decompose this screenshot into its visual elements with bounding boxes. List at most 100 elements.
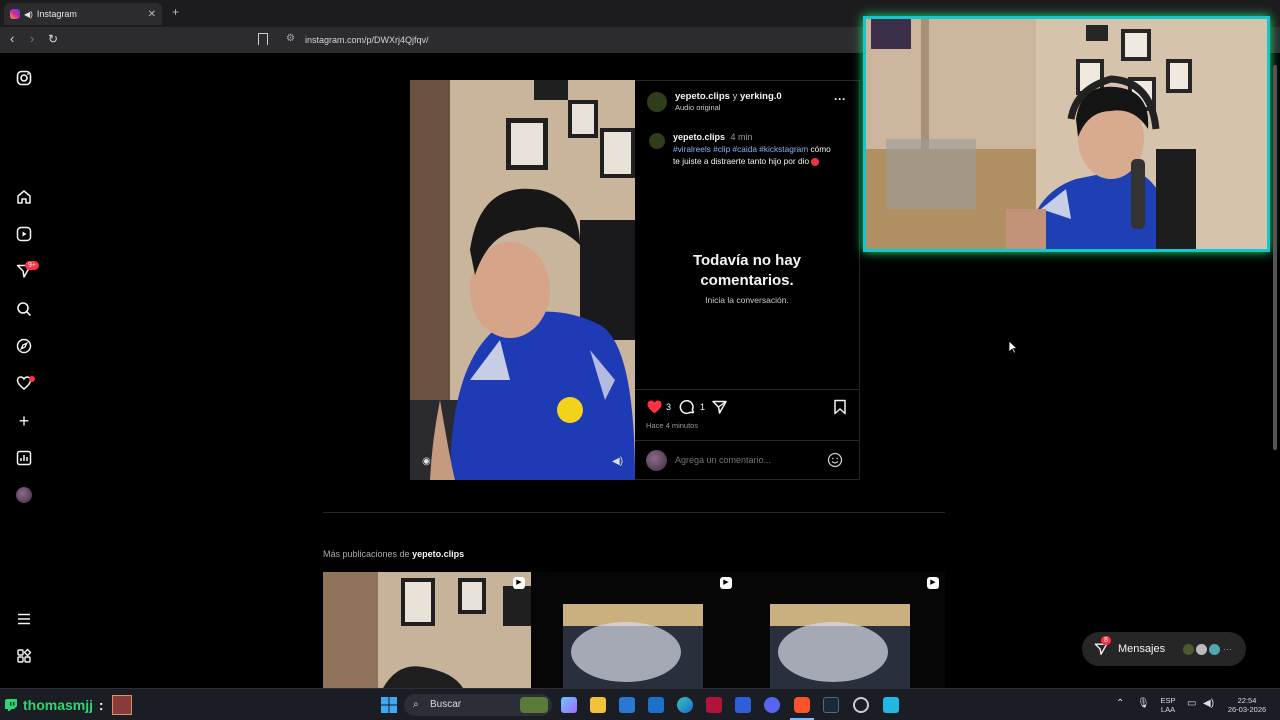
caption-user-link[interactable]: yepeto.clips — [673, 132, 725, 142]
messages-badge: 8 — [1101, 636, 1111, 645]
more-menu-icon[interactable] — [16, 611, 32, 627]
more-post-thumbnail-3[interactable]: ▶ — [738, 572, 945, 688]
save-button[interactable] — [833, 399, 847, 420]
taskbar-search[interactable]: ⌕ Buscar — [404, 694, 552, 716]
page-scrollbar[interactable] — [1271, 53, 1279, 688]
network-icon[interactable]: ▭ — [1187, 698, 1196, 709]
search-icon[interactable] — [16, 301, 32, 317]
obs-icon[interactable] — [853, 697, 869, 713]
message-avatar-3 — [1209, 643, 1221, 655]
video-frame-illustration — [410, 80, 635, 480]
more-options-icon[interactable]: ··· — [834, 92, 846, 106]
new-tab-button[interactable]: + — [172, 5, 179, 19]
share-button[interactable] — [711, 399, 728, 420]
notifications-badge: 9+ — [25, 261, 39, 270]
dashboard-icon[interactable] — [16, 450, 32, 466]
also-from-meta-icon[interactable] — [16, 648, 32, 664]
explore-icon[interactable] — [16, 338, 32, 354]
more-posts-user-link[interactable]: yepeto.clips — [412, 549, 464, 559]
messages-label: Mensajes — [1118, 643, 1166, 655]
post-panel: yepeto.clips y yerking.0 Audio original … — [635, 80, 860, 480]
header-connector: y — [732, 91, 738, 102]
clock-time: 22:54 — [1237, 696, 1257, 705]
comment-input[interactable] — [675, 453, 815, 467]
comment-button[interactable] — [679, 399, 696, 420]
edge-icon[interactable] — [677, 697, 693, 713]
bookmark-page-icon[interactable] — [258, 33, 268, 45]
site-info-icon[interactable]: ⚙ — [286, 33, 295, 44]
tray-overflow-icon[interactable]: ⌃ — [1116, 698, 1124, 709]
more-post-thumbnail-2[interactable]: ▶ — [531, 572, 738, 688]
activity-dot — [29, 376, 35, 382]
app-icon[interactable] — [735, 697, 751, 713]
stream-username-suffix: : — [98, 697, 104, 713]
mute-toggle-icon[interactable]: ◀) — [612, 456, 623, 467]
speaker-icon[interactable]: ◀) — [24, 10, 33, 19]
webcam-feed-illustration — [866, 19, 1267, 249]
microphone-icon[interactable]: 🎙 — [1137, 698, 1150, 709]
heart-filled-icon — [647, 400, 662, 414]
copilot-icon[interactable] — [561, 697, 577, 713]
caption-line-1: #viralreels #clip #caida #kickstagram có… — [673, 144, 831, 154]
author-avatar[interactable] — [647, 92, 667, 112]
home-icon[interactable] — [16, 189, 32, 205]
brave-browser-icon[interactable] — [794, 697, 810, 713]
header-collab-link[interactable]: yerking.0 — [740, 91, 782, 102]
caption-author-avatar[interactable] — [649, 133, 665, 149]
steam-icon[interactable] — [823, 697, 839, 713]
caption-text-2: te juiste a distraerte tanto hijo por di… — [673, 156, 810, 166]
windows-start-icon[interactable] — [381, 697, 397, 718]
comments-count[interactable]: 1 — [700, 402, 705, 412]
clock-date: 26-03-2026 — [1227, 705, 1267, 714]
thumbnail-3-image — [738, 572, 945, 688]
close-tab-icon[interactable]: ✕ — [148, 9, 156, 20]
like-button[interactable] — [646, 399, 663, 420]
messages-send-icon: 8 — [1094, 636, 1111, 656]
outlook-icon[interactable] — [648, 697, 664, 713]
search-highlight-icon — [520, 697, 548, 713]
clock[interactable]: 22:54 26-03-2026 — [1224, 696, 1270, 714]
caption-hashtags[interactable]: #viralreels #clip #caida #kickstagram — [673, 144, 808, 154]
discord-icon[interactable] — [764, 697, 780, 713]
reels-icon[interactable] — [16, 226, 32, 242]
thumbnail-1-image — [323, 572, 531, 688]
post-video[interactable]: ◉ ◀) — [410, 80, 635, 480]
reel-indicator-icon: ▶ — [927, 577, 939, 589]
adobe-acrobat-icon[interactable] — [706, 697, 722, 713]
emoji-picker-button[interactable] — [827, 452, 843, 473]
taskbar-search-label: Buscar — [430, 699, 462, 710]
create-icon[interactable]: + — [16, 412, 32, 430]
caption-time: 4 min — [730, 132, 753, 142]
header-user-link[interactable]: yepeto.clips — [675, 91, 730, 102]
more-post-thumbnail-1[interactable]: ▶ — [323, 572, 531, 688]
microsoft-store-icon[interactable] — [619, 697, 635, 713]
more-posts-label: Más publicaciones de — [323, 549, 410, 559]
back-button[interactable]: ‹ — [10, 32, 14, 46]
caption-header: yepeto.clips 4 min — [673, 132, 753, 142]
browser-tab-instagram[interactable]: ◀) Instagram ✕ — [4, 3, 162, 25]
stream-overlay-avatar — [112, 695, 132, 715]
smiley-icon — [827, 452, 843, 468]
instagram-favicon-icon — [10, 9, 20, 19]
forward-button[interactable]: › — [30, 32, 34, 46]
post-timestamp[interactable]: Hace 4 minutos — [646, 421, 698, 430]
language-code: ESP — [1160, 696, 1176, 705]
file-explorer-icon[interactable] — [590, 697, 606, 713]
emoji-icon — [811, 157, 820, 166]
likes-count[interactable]: 3 — [666, 402, 671, 412]
volume-icon[interactable]: ◀) — [1203, 698, 1214, 709]
language-indicator[interactable]: ESP LAA — [1156, 696, 1180, 714]
instagram-logo-icon[interactable] — [16, 70, 32, 86]
profile-avatar[interactable] — [16, 487, 32, 503]
scrollbar-thumb[interactable] — [1273, 65, 1277, 450]
audio-label[interactable]: Audio original — [675, 103, 720, 112]
comment-icon — [679, 399, 695, 415]
bookmark-icon — [834, 399, 846, 415]
reload-button[interactable]: ↻ — [48, 32, 58, 46]
search-icon: ⌕ — [413, 699, 419, 710]
messages-button[interactable]: 8 Mensajes ··· — [1082, 632, 1246, 666]
app-f-icon[interactable] — [883, 697, 899, 713]
audio-attribution-icon[interactable]: ◉ — [422, 456, 431, 467]
address-bar[interactable]: instagram.com/p/DWXrj4Qjfqv/ — [305, 35, 429, 45]
thumbnail-2-image — [531, 572, 738, 688]
